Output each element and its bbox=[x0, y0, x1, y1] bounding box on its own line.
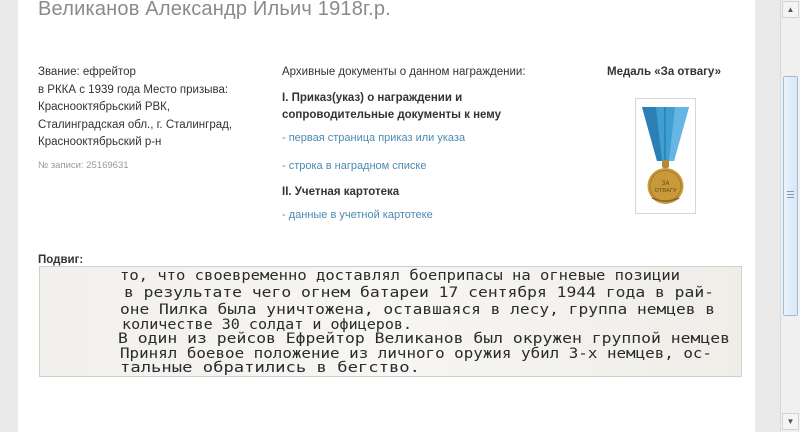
district-line: Краснооктябрьский р-н bbox=[38, 136, 162, 149]
person-info: Звание: ефрейтор в РККА с 1939 года Мест… bbox=[38, 64, 268, 172]
scroll-down-arrow-icon[interactable]: ▼ bbox=[782, 413, 799, 430]
feat-line-5: В один из рейсов Ефрейтор Великанов был … bbox=[118, 331, 730, 347]
scrollbar-thumb[interactable] bbox=[783, 76, 798, 316]
vertical-scrollbar[interactable]: ▲ ▼ bbox=[780, 0, 800, 432]
feat-line-3: оне Пилка была уничтожена, оставшаяся в … bbox=[120, 302, 715, 318]
feat-line-1: то, что своевременно доставлял боеприпас… bbox=[120, 268, 680, 284]
feat-line-2: в результате чего огнем батареи 17 сентя… bbox=[124, 285, 714, 301]
link-award-list-row[interactable]: - строка в наградном списке bbox=[282, 160, 572, 172]
section-card-index-heading: II. Учетная картотека bbox=[282, 186, 400, 198]
archive-heading: Архивные документы о данном награждении: bbox=[282, 66, 526, 78]
medal-title: Медаль «За отвагу» bbox=[607, 66, 721, 78]
medal-image[interactable]: ЗА ОТВАГУ bbox=[635, 98, 696, 214]
section-order-heading: I. Приказ(указ) о награждении и сопровод… bbox=[282, 92, 502, 121]
link-first-page-order[interactable]: - первая страница приказ или указа bbox=[282, 132, 572, 144]
medal-icon: ЗА ОТВАГУ bbox=[642, 107, 689, 204]
page-background: Великанов Александр Ильич 1918г.р. Звани… bbox=[0, 0, 780, 432]
medal-panel: Медаль «За отвагу» ЗА ОТВАГУ bbox=[584, 66, 744, 214]
archive-documents: Архивные документы о данном награждении:… bbox=[282, 66, 572, 237]
award-card: Великанов Александр Ильич 1918г.р. Звани… bbox=[18, 0, 755, 432]
link-card-index-data[interactable]: - данные в учетной картотеке bbox=[282, 209, 572, 221]
feat-document-scan: то, что своевременно доставлял боеприпас… bbox=[39, 266, 742, 377]
feat-label: Подвиг: bbox=[38, 254, 84, 266]
service-line: в РККА с 1939 года Место призыва: bbox=[38, 83, 229, 96]
rank-line: Звание: ефрейтор bbox=[38, 66, 136, 78]
medal-text-otvagu: ОТВАГУ bbox=[655, 188, 678, 194]
page-title: Великанов Александр Ильич 1918г.р. bbox=[38, 0, 391, 20]
conscription-place-line: Краснооктябрьский РВК, bbox=[38, 101, 171, 114]
region-line: Сталинградская обл., г. Сталинград, bbox=[38, 118, 233, 131]
medal-text-za: ЗА bbox=[662, 180, 671, 187]
scroll-up-arrow-icon[interactable]: ▲ bbox=[782, 1, 799, 18]
record-number: № записи: 25169631 bbox=[38, 159, 129, 171]
feat-line-7: тальные обратились в бегство. bbox=[120, 360, 420, 376]
